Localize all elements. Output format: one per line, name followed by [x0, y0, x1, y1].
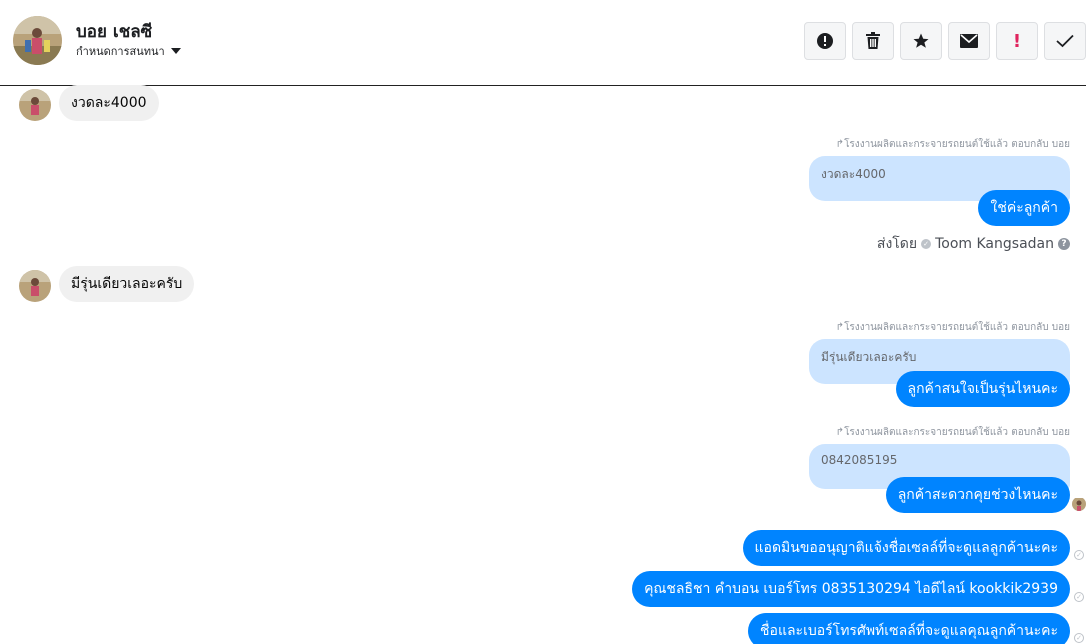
reply-note: ↱โรงงานผลิตและกระจายรถยนต์ใช้แล้ว ตอบกลั… — [835, 322, 1070, 333]
envelope-icon — [960, 34, 978, 48]
sent-by-label: ส่งโดย ✓ Toom Kangsadan ? — [877, 233, 1070, 255]
assign-label: กำหนดการสนทนา — [76, 45, 165, 58]
sent-status-icon: ✓ — [1074, 550, 1084, 560]
sent-status-icon: ✓ — [1074, 592, 1084, 602]
incoming-message: งวดละ4000 — [59, 85, 159, 121]
delete-button[interactable] — [852, 22, 894, 60]
agent-name[interactable]: Toom Kangsadan — [935, 236, 1054, 252]
outgoing-message: ลูกค้าสะดวกคุยช่วงไหนคะ — [885, 477, 1070, 513]
contact-avatar-small[interactable] — [19, 89, 51, 121]
alert-circle-button[interactable] — [804, 22, 846, 60]
outgoing-message: ชื่อและเบอร์โทรศัพท์เซลล์ที่จะดูแลคุณลูก… — [748, 613, 1070, 644]
contact-avatar-small[interactable] — [19, 270, 51, 302]
outgoing-message: แอดมินขออนุญาติแจ้งชื่อเซลล์ที่จะดูแลลูก… — [742, 530, 1070, 566]
trash-icon — [866, 32, 880, 49]
spam-button[interactable]: ! — [996, 22, 1038, 60]
incoming-message: มีรุ่นเดียวเลอะครับ — [59, 266, 195, 302]
seen-avatar — [1072, 497, 1086, 511]
reply-arrow-icon: ↱ — [835, 139, 845, 150]
mark-done-button[interactable] — [1044, 22, 1086, 60]
outgoing-message: ใช่ค่ะลูกค้า — [978, 190, 1070, 226]
reply-arrow-icon: ↱ — [835, 427, 845, 438]
help-icon[interactable]: ? — [1058, 238, 1070, 250]
contact-avatar[interactable] — [13, 16, 62, 65]
mark-unread-button[interactable] — [948, 22, 990, 60]
reply-note: ↱โรงงานผลิตและกระจายรถยนต์ใช้แล้ว ตอบกลั… — [835, 139, 1070, 150]
alert-circle-icon — [817, 33, 833, 49]
conversation-header: บอย เชลซี กำหนดการสนทนา ! — [0, 0, 1086, 86]
reply-note: ↱โรงงานผลิตและกระจายรถยนต์ใช้แล้ว ตอบกลั… — [835, 427, 1070, 438]
exclamation-icon: ! — [1012, 30, 1022, 52]
verified-icon: ✓ — [921, 239, 932, 249]
outgoing-message: คุณชลธิชา คำบอน เบอร์โทร 0835130294 ไอดี… — [632, 571, 1070, 607]
star-button[interactable] — [900, 22, 942, 60]
caret-down-icon — [170, 48, 181, 54]
sent-status-icon: ✓ — [1074, 633, 1084, 643]
outgoing-message: ลูกค้าสนใจเป็นรุ่นไหนคะ — [895, 371, 1070, 407]
reply-arrow-icon: ↱ — [835, 322, 845, 333]
assign-conversation-dropdown[interactable]: กำหนดการสนทนา — [76, 42, 181, 60]
checkmark-icon — [1056, 34, 1074, 48]
header-actions: ! — [804, 22, 1086, 60]
contact-name: บอย เชลซี — [76, 22, 153, 42]
star-icon — [913, 33, 929, 48]
